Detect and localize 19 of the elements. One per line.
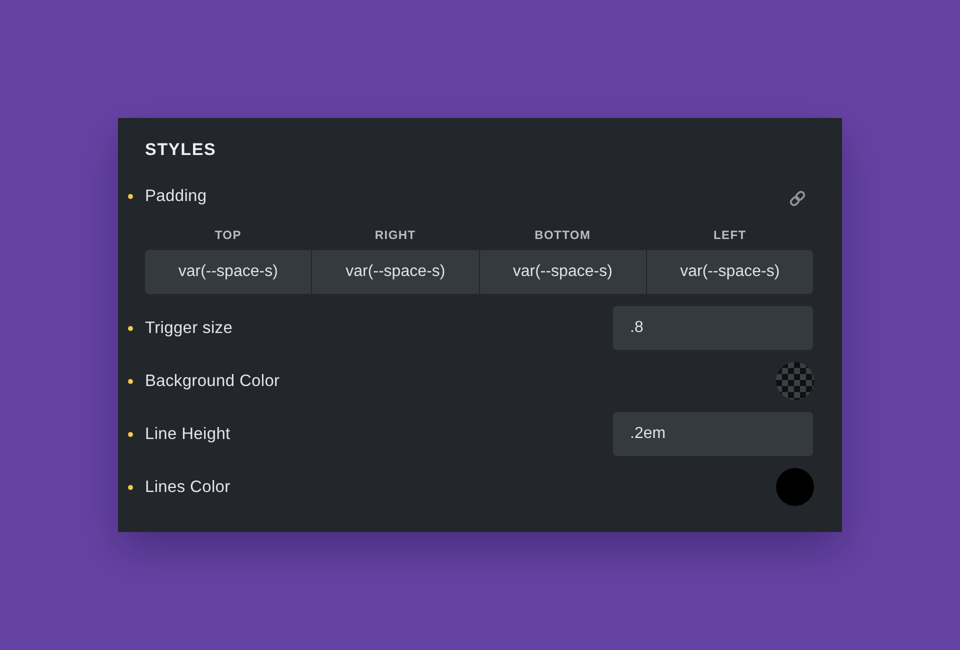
side-label: BOTTOM — [534, 227, 591, 244]
input-field[interactable]: var(--space-s) — [312, 250, 478, 294]
field-label: Lines Color — [145, 478, 230, 496]
side-label: RIGHT — [374, 227, 416, 244]
input-field[interactable]: .8 — [613, 306, 813, 350]
link-icon[interactable] — [789, 190, 806, 207]
side-label: TOP — [214, 227, 242, 244]
field-label: Trigger size — [145, 318, 233, 338]
input-field[interactable]: .2em — [613, 412, 813, 456]
field-label: Padding — [145, 186, 207, 206]
checkered-swatch-icon[interactable] — [776, 362, 814, 400]
field-label: Background Color — [145, 372, 280, 390]
input-field[interactable]: var(--space-s) — [145, 250, 312, 294]
side-label: LEFT — [713, 227, 746, 244]
color-swatch-icon[interactable] — [776, 468, 814, 506]
field-label: Line Height — [145, 424, 230, 444]
input-field[interactable]: var(--space-s) — [480, 250, 646, 294]
panel-title: STYLES — [145, 139, 216, 161]
input-field[interactable]: var(--space-s) — [646, 250, 813, 294]
